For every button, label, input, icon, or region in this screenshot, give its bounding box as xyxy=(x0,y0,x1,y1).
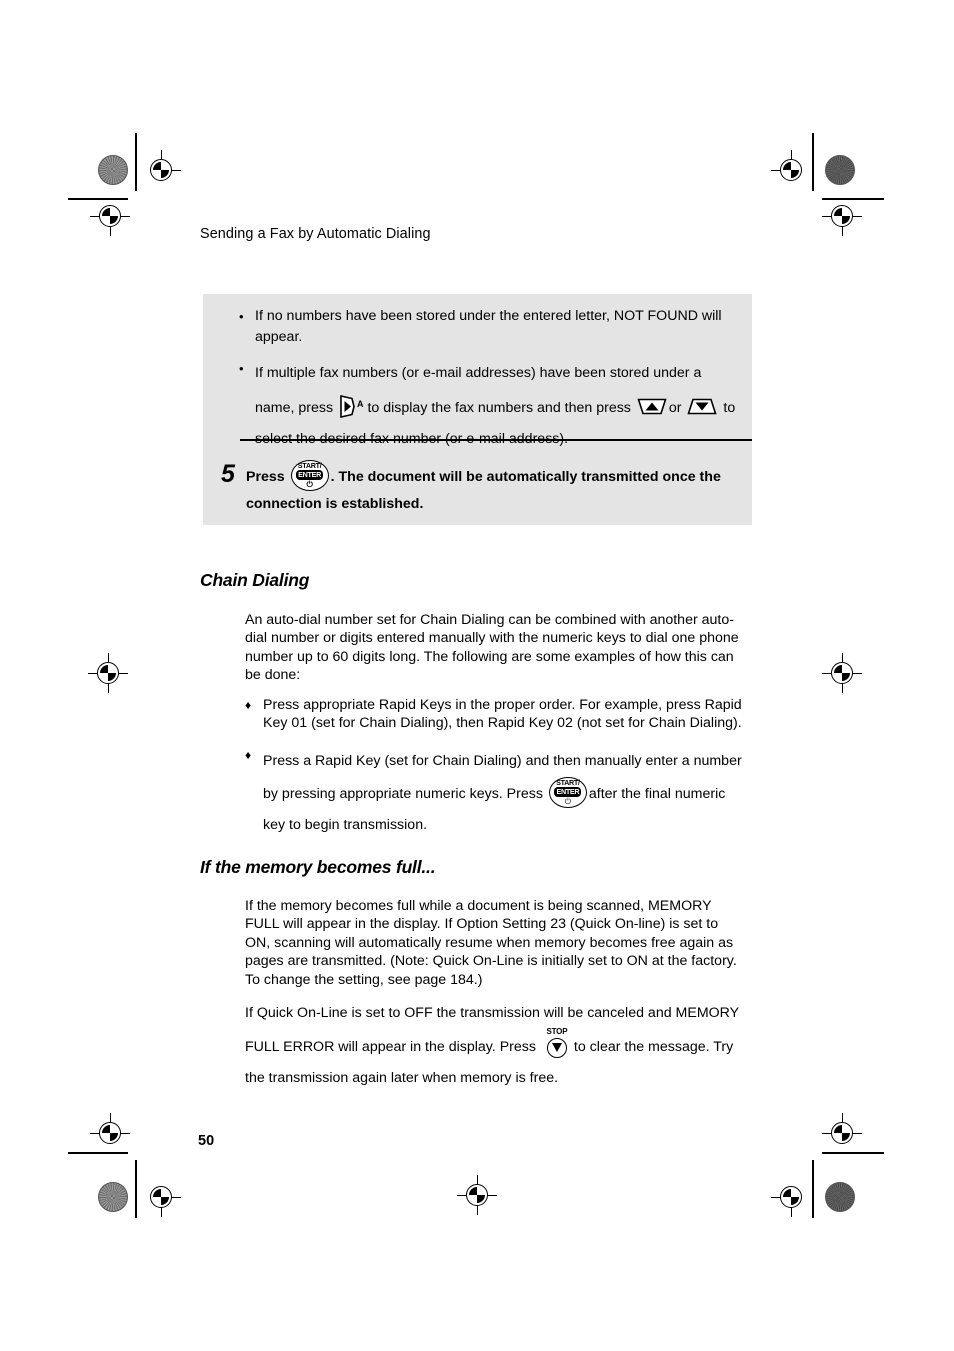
notice-bullet-text-part2: to display the fax numbers and then pres… xyxy=(367,400,631,416)
diamond-bullet-icon: ♦ xyxy=(245,698,252,712)
bullet-dot-icon: • xyxy=(239,309,244,324)
start-enter-key-icon[interactable]: START/ ENTER ⏻ xyxy=(290,460,329,491)
stop-key-label: STOP xyxy=(546,1027,568,1036)
registration-mark-bottom-center xyxy=(457,1175,497,1215)
list-item-text: Press a Rapid Key (set for Chain Dialing… xyxy=(263,746,745,841)
step-text: Press START/ ENTER ⏻ . The document will… xyxy=(246,460,752,517)
registration-mark-left-lower xyxy=(90,1113,130,1153)
registration-mark-bottom-left-inner xyxy=(141,1177,181,1217)
notice-bullet-item: • If no numbers have been stored under t… xyxy=(203,306,752,348)
running-head: Sending a Fax by Automatic Dialing xyxy=(200,226,431,242)
crop-line-bottom-right-vertical xyxy=(812,1160,814,1218)
up-arrow-key-icon[interactable] xyxy=(637,397,667,416)
list-item: ♦ Press appropriate Rapid Keys in the pr… xyxy=(245,696,745,733)
list-item: ♦ Press a Rapid Key (set for Chain Diali… xyxy=(245,746,745,841)
power-glyph-icon: ⏻ xyxy=(306,480,313,489)
step-text-before-key: Press xyxy=(246,469,285,485)
step-5: 5 Press START/ ENTER ⏻ . The document wi… xyxy=(203,460,752,517)
power-glyph-icon: ⏻ xyxy=(564,796,572,806)
notice-bullet-text: If no numbers have been stored under the… xyxy=(255,308,722,345)
stop-key-triangle xyxy=(551,1043,562,1052)
down-arrow-key-icon[interactable] xyxy=(687,397,718,416)
stop-key-icon[interactable]: STOP xyxy=(542,1027,572,1059)
registration-mark-right-middle xyxy=(822,653,862,693)
start-enter-key-icon[interactable]: START/ ENTER ⏻ xyxy=(548,776,587,808)
registration-blob-bottom-left xyxy=(98,1182,128,1212)
right-arrow-key-icon[interactable] xyxy=(339,394,356,419)
registration-mark-top-left-inner xyxy=(141,150,181,190)
memory-full-paragraph-2: If Quick On-Line is set to OFF the trans… xyxy=(245,998,745,1094)
registration-mark-bottom-right-inner xyxy=(771,1177,811,1217)
memory-full-paragraph-1: If the memory becomes full while a docum… xyxy=(245,898,737,988)
registration-mark-right-lower xyxy=(822,1113,862,1153)
registration-mark-top-right-inner xyxy=(771,150,811,190)
diamond-bullet-icon: ♦ xyxy=(245,747,252,762)
notice-bullet-conjunction: or xyxy=(668,400,682,416)
section-heading-memory-full: If the memory becomes full... xyxy=(200,857,436,877)
step-number: 5 xyxy=(221,460,235,488)
page-number: 50 xyxy=(198,1133,215,1149)
chain-dialing-list: ♦ Press appropriate Rapid Keys in the pr… xyxy=(245,696,745,854)
start-enter-key-label-bottom: ENTER xyxy=(296,470,324,480)
registration-mark-right-upper xyxy=(822,196,862,236)
start-enter-key-label-top: START/ xyxy=(297,461,322,470)
registration-mark-left-upper xyxy=(90,196,130,236)
chain-dialing-paragraph: An auto-dial number set for Chain Dialin… xyxy=(245,612,739,684)
registration-blob-bottom-right xyxy=(825,1182,855,1212)
list-item-text: Press appropriate Rapid Keys in the prop… xyxy=(263,697,742,732)
crop-line-top-left-vertical xyxy=(135,133,137,191)
start-enter-key-label-top: START/ xyxy=(556,777,580,787)
crop-line-bottom-left-vertical xyxy=(135,1160,137,1218)
crop-line-top-right-vertical xyxy=(812,133,814,191)
right-arrow-key-superscript: A xyxy=(357,399,364,409)
registration-blob-top-left xyxy=(98,155,128,185)
start-enter-key-label-bottom: ENTER xyxy=(554,786,582,797)
registration-blob-top-right xyxy=(825,155,855,185)
registration-mark-left-middle xyxy=(88,653,128,693)
notice-box-divider xyxy=(240,439,752,442)
section-heading-chain-dialing: Chain Dialing xyxy=(200,570,310,590)
